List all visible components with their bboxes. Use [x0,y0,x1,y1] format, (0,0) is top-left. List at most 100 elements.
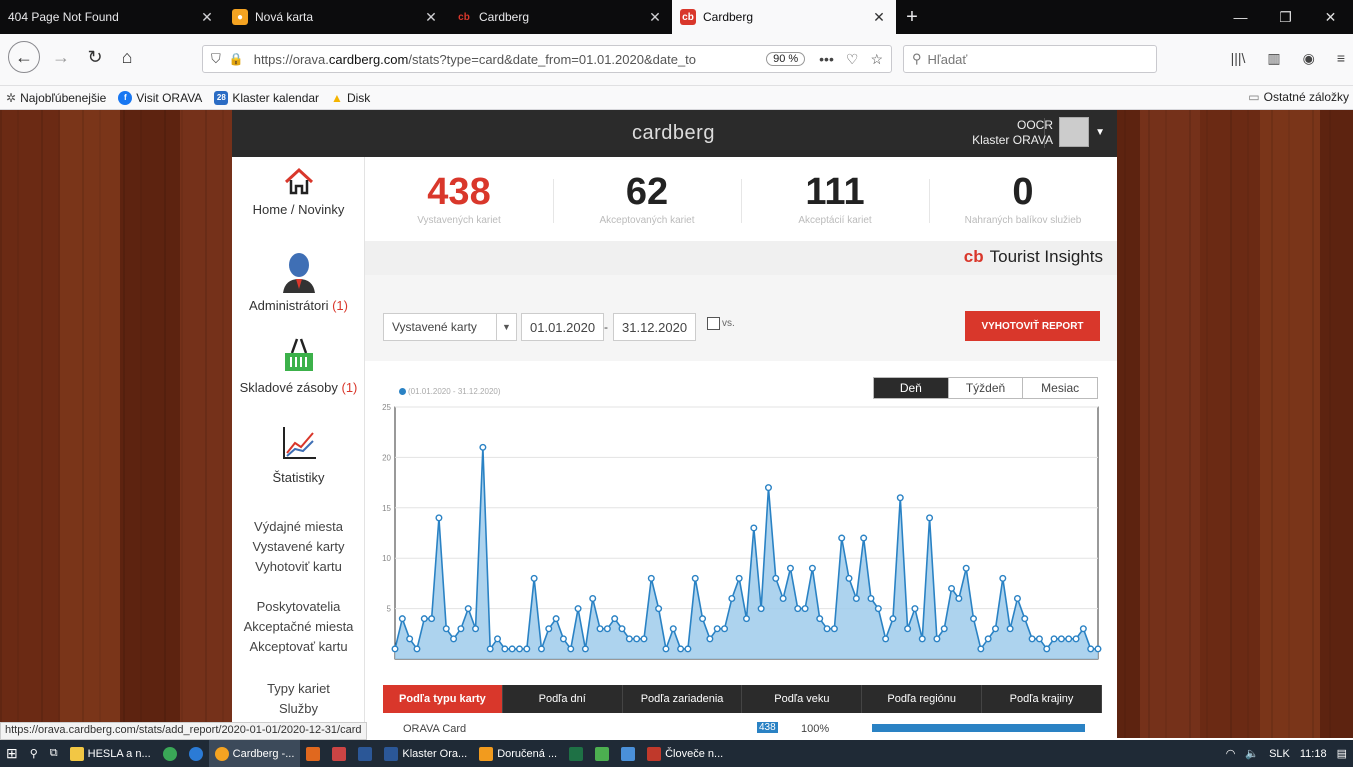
data-point [413,645,421,653]
data-point [852,595,860,603]
sidebar-item-stats[interactable]: Štatistiky [232,423,365,485]
sidebar-link-issue-points[interactable]: Výdajné miesta [232,517,365,537]
zoom-level[interactable]: 90 % [766,52,806,66]
browser-tab-4-active[interactable]: cb Cardberg ✕ [672,0,896,34]
taskbar-app[interactable] [615,740,641,767]
table-row: ORAVA Card 438 100% [365,719,1117,737]
shield-icon[interactable]: ⛉ [211,51,221,67]
tab-by-card-type[interactable]: Podľa typu karty [383,685,503,713]
search-taskbar-button[interactable]: ⚲ [24,740,44,767]
minimize-icon[interactable]: — [1218,0,1263,34]
sidebar-link-issued-cards[interactable]: Vystavené karty [232,537,365,557]
browser-tab-strip: 404 Page Not Found ✕ ● Nová karta ✕ cb C… [0,0,1353,34]
data-point [684,645,692,653]
bookmark-other[interactable]: ▭ Ostatné záložky [1248,90,1349,104]
taskbar-item-cardberg[interactable]: Cardberg -... [208,740,301,767]
close-tab-icon[interactable]: ✕ [422,9,440,26]
checkbox-icon[interactable] [707,317,720,330]
taskbar-app[interactable] [589,740,615,767]
restore-icon[interactable]: ❐ [1263,0,1308,34]
library-icon[interactable]: |||\ [1231,50,1246,67]
period-week-button[interactable]: Týždeň [949,378,1024,398]
task-view-button[interactable]: ⧉ [44,740,64,767]
more-icon[interactable]: ••• [819,51,834,68]
taskbar-item-mail[interactable]: Doručená ... [473,740,563,767]
tab-by-device[interactable]: Podľa zariadenia [623,685,743,713]
start-button[interactable]: ⊞ [0,740,24,767]
back-arrow-icon[interactable]: ← [8,41,40,73]
close-tab-icon[interactable]: ✕ [198,9,216,26]
notifications-icon[interactable]: ▤ [1337,747,1347,760]
pocket-icon[interactable]: ♡ [846,51,859,68]
system-tray: ◠ 🔈 SLK 11:18 ▤ [1226,740,1347,767]
close-tab-icon[interactable]: ✕ [646,9,664,26]
taskbar-app[interactable] [300,740,326,767]
y-tick-label: 25 [382,403,391,412]
data-point [515,645,523,653]
menu-icon[interactable]: ≡ [1337,50,1345,67]
browser-tab-1[interactable]: 404 Page Not Found ✕ [0,0,224,34]
sidebar-icon[interactable]: ▥ [1267,50,1280,67]
sidebar-link-providers[interactable]: Poskytovatelia [232,597,365,617]
reload-icon[interactable]: ↻ [80,42,110,72]
taskbar-app[interactable] [563,740,589,767]
sidebar-item-stock[interactable]: Skladové zásoby (1) [232,333,365,395]
taskbar-chrome[interactable] [157,740,183,767]
sidebar-link-accept-card[interactable]: Akceptovať kartu [232,637,365,657]
compare-checkbox[interactable]: vs. [707,317,735,330]
data-point [625,635,633,643]
taskbar-edge[interactable] [183,740,209,767]
taskbar-app[interactable] [326,740,352,767]
sidebar-item-home[interactable]: Home / Novinky [232,165,365,217]
volume-icon[interactable]: 🔈 [1245,747,1259,760]
close-window-icon[interactable]: ✕ [1308,0,1353,34]
create-report-button[interactable]: VYHOTOVIŤ REPORT [965,311,1100,341]
period-month-button[interactable]: Mesiac [1023,378,1097,398]
avatar[interactable] [1059,117,1089,147]
sidebar-link-accept-points[interactable]: Akceptačné miesta [232,617,365,637]
bookmark-visit-orava[interactable]: f Visit ORAVA [118,90,202,105]
sidebar-link-create-card[interactable]: Vyhotoviť kartu [232,557,365,577]
tab-by-age[interactable]: Podľa veku [742,685,863,713]
browser-tab-3[interactable]: cb Cardberg ✕ [448,0,672,34]
date-from-input[interactable]: 01.01.2020 [521,313,605,341]
forward-arrow-icon[interactable]: → [46,42,76,72]
taskbar-item-game[interactable]: Človeče n... [641,740,729,767]
taskbar-item-klaster[interactable]: Klaster Ora... [378,740,473,767]
home-icon[interactable]: ⌂ [112,42,142,72]
sidebar-link-card-types[interactable]: Typy kariet [232,679,365,699]
data-point [706,635,714,643]
tab-by-region[interactable]: Podľa regiónu [862,685,983,713]
account-icon[interactable]: ◉ [1303,50,1315,67]
tab-by-days[interactable]: Podľa dní [503,685,623,713]
new-tab-icon[interactable]: + [896,0,928,34]
chevron-down-icon[interactable]: ▼ [496,314,516,340]
taskbar-app[interactable] [352,740,378,767]
close-tab-icon[interactable]: ✕ [870,9,888,26]
card-type-select[interactable]: Vystavené karty ▼ [383,313,517,341]
url-bar[interactable]: ⛉ 🔒 https://orava.cardberg.com/stats?typ… [202,45,892,73]
user-icon [282,253,315,293]
language-indicator[interactable]: SLK [1269,748,1290,760]
url-text[interactable]: https://orava.cardberg.com/stats?type=ca… [254,52,760,67]
tab-by-country[interactable]: Podľa krajiny [982,685,1102,713]
date-to-input[interactable]: 31.12.2020 [613,313,697,341]
clock[interactable]: 11:18 [1300,748,1327,760]
bookmark-most-visited[interactable]: ✲ Najobľúbenejšie [6,91,106,105]
bookmark-klaster-kalendar[interactable]: 28 Klaster kalendar [214,90,319,105]
sidebar-item-admins[interactable]: Administrátori (1) [232,251,365,313]
network-icon[interactable]: ◠ [1226,747,1236,760]
bookmark-disk[interactable]: ▲ Disk [331,91,370,105]
search-input[interactable]: ⚲ Hľadať [903,45,1157,73]
bookmark-star-icon[interactable]: ☆ [870,51,883,68]
data-point [457,625,465,633]
user-info[interactable]: OOCR Klaster ORAVA [972,118,1053,148]
sidebar-link-services[interactable]: Služby [232,699,365,719]
period-day-button[interactable]: Deň [874,378,949,398]
chevron-down-icon[interactable]: ▼ [1095,127,1105,138]
taskbar-item-hesla[interactable]: HESLA a n... [64,740,157,767]
lock-icon[interactable]: 🔒 [229,52,244,66]
browser-tab-2[interactable]: ● Nová karta ✕ [224,0,448,34]
sidebar-group-accept: Poskytovatelia Akceptačné miesta Akcepto… [232,597,365,657]
cardberg-logo[interactable]: cardberg [632,122,715,145]
